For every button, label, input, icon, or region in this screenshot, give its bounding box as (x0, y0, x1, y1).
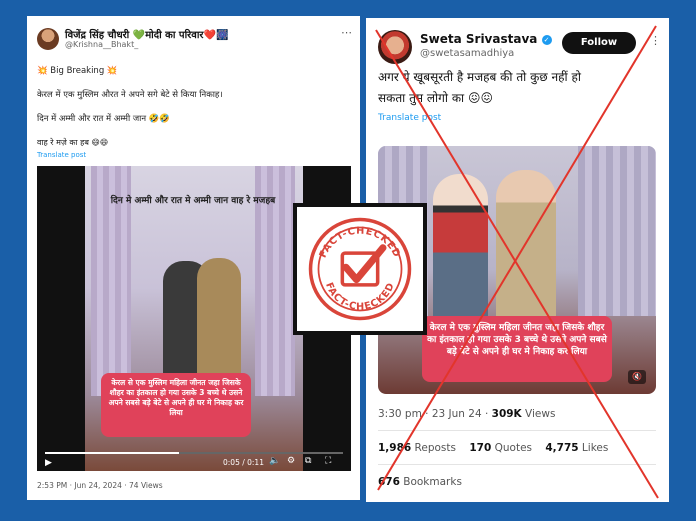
author-handle[interactable]: @swetasamadhiya (420, 48, 514, 59)
reposts-label: Reposts (411, 442, 456, 454)
avatar[interactable] (378, 30, 412, 64)
bookmarks-count: 676 (378, 476, 400, 488)
author-name-text[interactable]: Sweta Srivastava (420, 32, 537, 46)
tweet-text-line: अगर ये खूबसूरती है मजहब की तो कुछ नहीं ह… (378, 70, 581, 84)
video-caption-top: दिन मे अम्मी और रात मे अम्मी जान वाह रे … (110, 196, 276, 206)
fullscreen-icon[interactable]: ⛶ (325, 456, 331, 466)
author-name[interactable]: Sweta Srivastava ✓ (420, 32, 552, 46)
likes-label: Likes (578, 442, 609, 454)
author-name[interactable]: विजेंद्र सिंह चौधरी 💚मोदी का परिवार❤️🎆 (65, 27, 228, 41)
reposts-count: 1,986 (378, 442, 412, 454)
translate-link[interactable]: Translate post (37, 151, 86, 159)
tweet-meta: 3:30 pm · 23 Jun 24 · 309K Views (378, 408, 555, 420)
quotes-count: 170 (469, 442, 492, 454)
likes-count: 4,775 (545, 442, 579, 454)
tweet-text-line: केरल में एक मुस्लिम औरत ने अपने सगे बेटे… (37, 90, 223, 100)
more-options-icon[interactable]: ⋮ (650, 34, 661, 47)
tweet-text-line: दिन में अम्मी और रात में अम्मी जान 🤣🤣 (37, 114, 170, 124)
more-options-icon[interactable]: ⋯ (341, 26, 352, 39)
follow-button[interactable]: Follow (562, 32, 636, 54)
views-count: 309K (491, 408, 522, 420)
bookmarks-stat[interactable]: 676 Bookmarks (378, 476, 462, 488)
verified-badge-icon: ✓ (541, 34, 552, 45)
bookmarks-label: Bookmarks (399, 476, 462, 488)
video-caption-box: केरल मे एक मुस्लिम महिला जीनत जहा जिसके … (422, 316, 612, 382)
fact-checked-stamp: FACT-CHECKED FACT-CHECKED (293, 203, 427, 335)
avatar[interactable] (37, 28, 59, 50)
divider (378, 430, 656, 431)
reposts-stat[interactable]: 1,986 Reposts (378, 442, 456, 454)
video-progress-bar[interactable] (45, 452, 343, 454)
tweet-text-line: 💥 Big Breaking 💥 (37, 66, 118, 76)
divider (378, 464, 656, 465)
video-time: 0:05 / 0:11 (223, 458, 264, 467)
volume-icon[interactable]: 🔈 (269, 456, 280, 466)
tweet-time: 3:30 pm · 23 Jun 24 · (378, 408, 492, 420)
video-caption-box: केरल से एक मुस्लिम महिला जीनत जहा जिसके … (101, 373, 251, 437)
author-handle[interactable]: @Krishna__Bhakt_ (65, 40, 138, 49)
curtain (578, 146, 656, 316)
tweet-text-line: वाह रे मज़े का हब 😄😄 (37, 138, 109, 147)
translate-link[interactable]: Translate post (378, 113, 441, 123)
mute-icon[interactable]: 🔇 (628, 370, 646, 384)
likes-stat[interactable]: 4,775 Likes (545, 442, 608, 454)
views-label: Views (521, 408, 556, 420)
engagement-stats: 1,986 Reposts 170 Quotes 4,775 Likes (378, 442, 608, 454)
quotes-stat[interactable]: 170 Quotes (469, 442, 532, 454)
play-icon[interactable]: ▶ (45, 458, 52, 468)
video-progress-fill (45, 452, 180, 454)
tweet-text-line: सकता तुम लोगो का 😖😖 (378, 91, 494, 105)
fact-checked-seal-icon: FACT-CHECKED FACT-CHECKED (308, 217, 412, 321)
pip-icon[interactable]: ⧉ (305, 456, 311, 466)
tweet-meta: 2:53 PM · Jun 24, 2024 · 74 Views (37, 481, 163, 490)
quotes-label: Quotes (491, 442, 533, 454)
settings-icon[interactable]: ⚙ (287, 456, 295, 466)
